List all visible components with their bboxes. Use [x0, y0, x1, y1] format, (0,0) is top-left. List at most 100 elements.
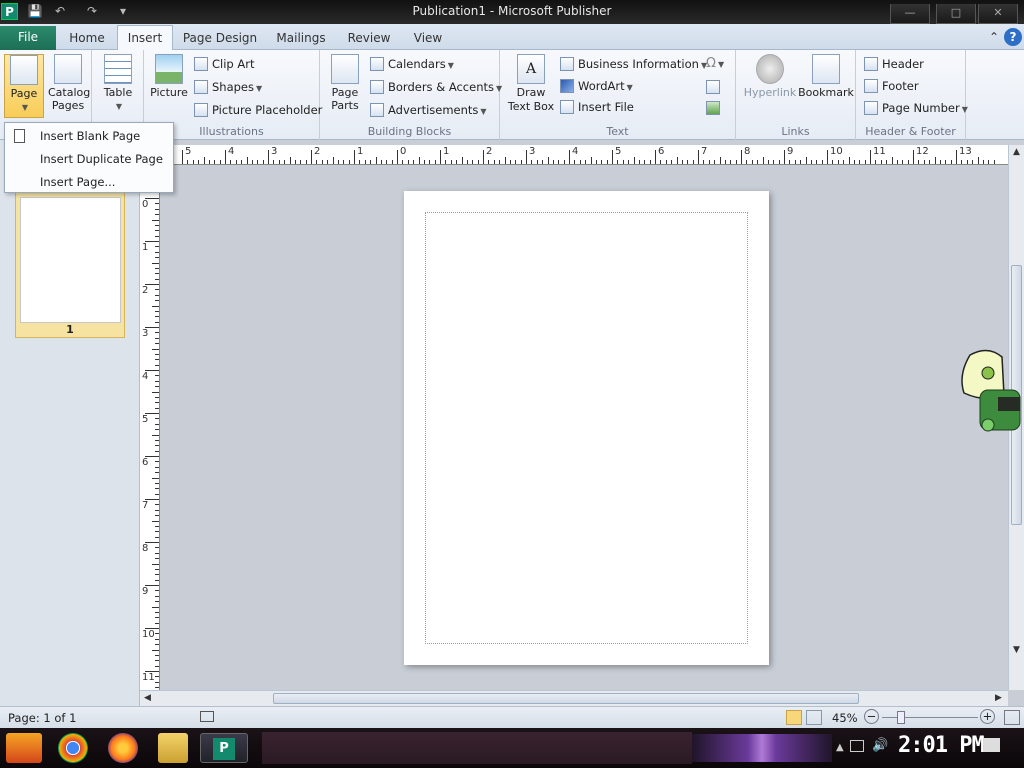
network-icon[interactable] [850, 740, 864, 752]
hyperlink-icon [756, 54, 784, 84]
page-parts-button[interactable]: Page Parts [326, 54, 364, 112]
scroll-left-arrow-icon[interactable]: ◀ [144, 693, 151, 703]
ruler-number: 3 [529, 146, 536, 157]
start-icon[interactable] [6, 733, 42, 763]
workspace[interactable] [161, 166, 1007, 690]
tab-view[interactable]: View [406, 29, 450, 50]
zoom-in-icon[interactable]: + [980, 709, 995, 724]
scroll-right-arrow-icon[interactable]: ▶ [995, 693, 1002, 703]
ruler-tick [311, 150, 312, 164]
vertical-ruler[interactable]: 0 1 2 3 4 5 6 7 8 9 10 11 [140, 165, 160, 690]
ruler-tick [590, 157, 592, 164]
ruler-tick [214, 160, 216, 164]
shapes-icon [194, 80, 208, 94]
advertisements-button[interactable]: Advertisements ▼ [370, 101, 487, 119]
bookmark-button[interactable]: Bookmark [798, 54, 854, 99]
minimize-ribbon-icon[interactable]: ⌃ [986, 28, 1002, 46]
business-information-button[interactable]: Business Information ▼ [560, 55, 707, 73]
advertisements-icon [370, 103, 384, 117]
picture-button[interactable]: Picture [148, 54, 190, 99]
ruler-tick [327, 160, 329, 164]
header-button[interactable]: Header [864, 55, 924, 73]
ruler-tick [961, 160, 963, 164]
ruler-tick [155, 601, 159, 603]
fit-page-icon[interactable] [1004, 710, 1020, 725]
ruler-tick [145, 413, 159, 414]
ruler-tick [445, 160, 447, 164]
wordart-button[interactable]: WordArt ▼ [560, 77, 633, 95]
insert-file-button[interactable]: Insert File [560, 98, 634, 116]
ruler-tick [429, 160, 431, 164]
maximize-button[interactable]: □ [936, 4, 976, 24]
horizontal-scroll-thumb[interactable] [273, 693, 859, 704]
single-page-view-icon[interactable] [786, 710, 802, 725]
chrome-icon[interactable] [58, 733, 88, 763]
ruler-tick [676, 157, 678, 164]
shapes-button[interactable]: Shapes ▼ [194, 78, 262, 96]
tab-file[interactable]: File [0, 26, 56, 50]
page-thumbnail[interactable]: 1 [15, 192, 125, 338]
borders-accents-label: Borders & Accents [388, 80, 494, 94]
ruler-tick [155, 515, 159, 517]
clock[interactable]: 2:01 PM [898, 733, 985, 758]
ruler-tick [182, 150, 183, 164]
scroll-up-arrow-icon[interactable]: ▲ [1013, 147, 1020, 157]
symbol-icon[interactable]: Ω ▼ [706, 55, 724, 73]
page-count-status[interactable]: Page: 1 of 1 [8, 711, 76, 725]
volume-icon[interactable]: 🔊 [872, 738, 888, 753]
zoom-slider-thumb[interactable] [897, 711, 905, 724]
zoom-out-icon[interactable]: − [864, 709, 879, 724]
page-button[interactable]: Page ▼ [4, 54, 44, 118]
date-time-icon[interactable] [706, 78, 724, 96]
tab-mailings[interactable]: Mailings [270, 29, 332, 50]
minimize-button[interactable]: — [890, 4, 930, 24]
file-explorer-icon[interactable] [158, 733, 188, 763]
tab-home[interactable]: Home [64, 29, 110, 50]
publication-page[interactable] [404, 191, 769, 665]
firefox-icon[interactable] [108, 733, 138, 763]
draw-text-box-button[interactable]: A Draw Text Box [506, 54, 556, 114]
tab-review[interactable]: Review [342, 29, 396, 50]
ruler-number: 6 [658, 146, 665, 157]
ruler-tick [155, 445, 159, 447]
text-box-icon: A [517, 54, 545, 84]
borders-accents-button[interactable]: Borders & Accents ▼ [370, 78, 502, 96]
tray-expand-icon[interactable]: ▲ [836, 742, 844, 753]
ruler-tick [155, 552, 159, 554]
object-icon[interactable] [706, 99, 724, 117]
publisher-taskbar-icon[interactable]: P [200, 733, 248, 763]
hyperlink-button[interactable]: Hyperlink [742, 54, 798, 99]
header-footer-group: Header Footer Page Number ▼ Header & Foot… [856, 50, 968, 140]
ruler-tick [434, 160, 436, 164]
horizontal-scrollbar[interactable]: ◀ ▶ [140, 690, 1008, 706]
scroll-down-arrow-icon[interactable]: ▼ [1013, 645, 1020, 655]
ruler-tick [155, 466, 159, 468]
macro-icon[interactable] [200, 711, 214, 722]
calendars-button[interactable]: Calendars ▼ [370, 55, 454, 73]
ruler-tick [145, 198, 159, 199]
ruler-tick [278, 160, 280, 164]
help-icon[interactable]: ? [1004, 28, 1022, 46]
catalog-pages-button[interactable]: Catalog Pages [46, 54, 90, 112]
table-button[interactable]: Table ▼ [98, 54, 138, 112]
ruler-tick [155, 321, 159, 323]
ruler-tick [152, 649, 159, 651]
menu-insert-page[interactable]: Insert Page... [6, 171, 172, 193]
zoom-level[interactable]: 45% [832, 711, 858, 725]
tab-insert[interactable]: Insert [117, 25, 173, 51]
horizontal-ruler[interactable]: 5 4 3 2 1 0 1 2 3 4 5 6 7 8 9 10 11 12 13 [160, 145, 1008, 165]
picture-placeholder-button[interactable]: Picture Placeholder [194, 101, 322, 119]
ruler-tick [870, 150, 871, 164]
menu-insert-duplicate-page[interactable]: Insert Duplicate Page [6, 148, 172, 170]
ruler-tick [848, 157, 850, 164]
two-page-view-icon[interactable] [806, 710, 822, 725]
ruler-tick [155, 676, 159, 678]
ruler-tick [155, 472, 159, 474]
close-button[interactable]: ✕ [978, 4, 1018, 24]
clip-art-button[interactable]: Clip Art [194, 55, 254, 73]
tab-page-design[interactable]: Page Design [180, 29, 260, 50]
menu-insert-blank-page[interactable]: Insert Blank Page [6, 125, 172, 147]
footer-button[interactable]: Footer [864, 77, 919, 95]
action-center-icon[interactable] [984, 738, 1000, 752]
page-number-button[interactable]: Page Number ▼ [864, 99, 968, 117]
